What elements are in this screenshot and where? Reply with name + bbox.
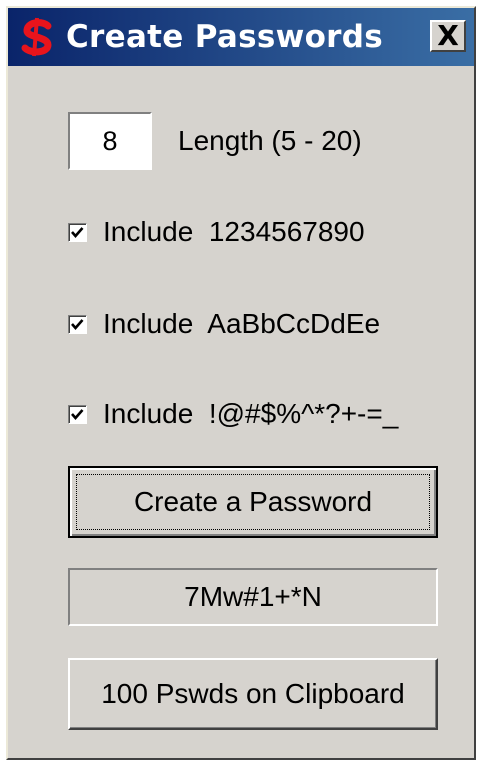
close-button[interactable]: X (430, 20, 466, 52)
dollar-s-icon (21, 17, 52, 57)
create-password-label: Create a Password (133, 486, 373, 517)
close-icon: X (437, 19, 459, 52)
window-title: Create Passwords (66, 19, 383, 55)
include-symbols-checkbox[interactable] (68, 404, 87, 424)
include-letters-option[interactable]: Include AaBbCcDdEe (68, 308, 380, 340)
clipboard-button-label: 100 Pswds on Clipboard (101, 678, 405, 709)
clipboard-button[interactable]: 100 Pswds on Clipboard (68, 658, 438, 730)
checkmark-icon (71, 408, 84, 420)
checkmark-icon (71, 226, 84, 238)
create-password-button[interactable]: Create a Password (68, 466, 438, 538)
include-digits-checkbox[interactable] (68, 222, 87, 242)
length-input[interactable] (68, 112, 152, 170)
password-output: 7Mw#1+*N (68, 568, 438, 626)
create-passwords-window: Create Passwords X Length (5 - 20) Inclu… (6, 6, 476, 760)
include-symbols-option[interactable]: Include !@#$%^*?+-=_ (68, 398, 398, 430)
checkmark-icon (71, 318, 84, 330)
include-digits-label: Include 1234567890 (103, 216, 365, 247)
length-label: Length (5 - 20) (178, 125, 362, 156)
generated-password: 7Mw#1+*N (184, 581, 322, 612)
include-digits-option[interactable]: Include 1234567890 (68, 216, 365, 248)
title-bar[interactable]: Create Passwords X (8, 8, 474, 66)
include-letters-label: Include AaBbCcDdEe (103, 308, 381, 339)
include-symbols-label: Include !@#$%^*?+-=_ (103, 398, 399, 429)
include-letters-checkbox[interactable] (68, 314, 87, 334)
